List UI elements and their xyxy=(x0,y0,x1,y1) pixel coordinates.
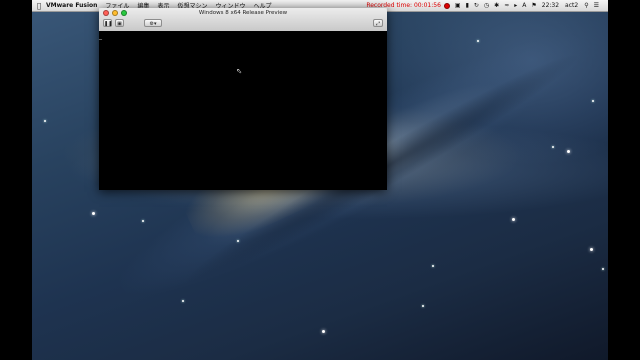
bluetooth-icon[interactable]: ✱ xyxy=(494,2,499,9)
vm-window-title: Windows 8 x64 Release Preview xyxy=(198,10,288,16)
desktop:  VMware Fusion ファイル 編集 表示 仮想マシン ウィンドウ ヘ… xyxy=(32,0,608,360)
star xyxy=(322,330,325,333)
star xyxy=(44,120,46,122)
clock-icon[interactable]: ◷ xyxy=(484,2,489,9)
mouse-pointer-icon: ⬁ xyxy=(236,67,242,75)
menu-clock[interactable]: 22:32 xyxy=(542,2,559,9)
star xyxy=(432,265,434,267)
vmware-status-icon[interactable]: ▣ xyxy=(455,2,461,9)
star xyxy=(552,146,554,148)
vm-window-titlebar[interactable]: Windows 8 x64 Release Preview ❚❚ ▣ ⚙▾ ⤢ xyxy=(99,8,387,32)
snapshot-button[interactable]: ▣ xyxy=(115,19,124,27)
settings-dropdown-button[interactable]: ⚙▾ xyxy=(144,19,162,27)
spotlight-search-icon[interactable]: ⚲ xyxy=(584,2,588,9)
star xyxy=(592,100,594,102)
text-cursor-icon: _ xyxy=(99,33,102,40)
star xyxy=(142,220,144,222)
volume-icon[interactable]: ▸ xyxy=(514,2,517,9)
pause-icon: ❚❚ xyxy=(104,21,113,27)
battery-icon[interactable]: ▮ xyxy=(466,2,469,9)
star xyxy=(512,218,515,221)
star xyxy=(477,40,479,42)
vm-display[interactable]: _ ⬁ xyxy=(99,31,387,190)
sync-icon[interactable]: ↻ xyxy=(474,2,479,9)
star xyxy=(422,305,424,307)
vm-window: Windows 8 x64 Release Preview ❚❚ ▣ ⚙▾ ⤢ … xyxy=(99,8,387,190)
user-name[interactable]: act2 xyxy=(565,2,578,9)
star xyxy=(92,212,95,215)
apple-menu-icon[interactable]:  xyxy=(32,2,46,10)
flag-icon[interactable]: ⚑ xyxy=(531,2,536,9)
snapshot-icon: ▣ xyxy=(117,21,122,27)
record-stop-icon[interactable] xyxy=(443,2,450,9)
wifi-icon[interactable]: ≈ xyxy=(504,2,509,9)
star xyxy=(567,150,570,153)
fullscreen-icon: ⤢ xyxy=(375,21,380,27)
pause-vm-button[interactable]: ❚❚ xyxy=(103,19,112,27)
star xyxy=(237,240,239,242)
wrench-icon: ⚙▾ xyxy=(149,21,157,27)
star xyxy=(182,300,184,302)
input-method-icon[interactable]: A xyxy=(522,2,526,9)
menu-app-name[interactable]: VMware Fusion xyxy=(46,2,97,9)
star xyxy=(590,248,593,251)
notification-center-icon[interactable]: ☰ xyxy=(594,2,599,9)
fullscreen-button[interactable]: ⤢ xyxy=(373,19,383,27)
star xyxy=(602,268,604,270)
